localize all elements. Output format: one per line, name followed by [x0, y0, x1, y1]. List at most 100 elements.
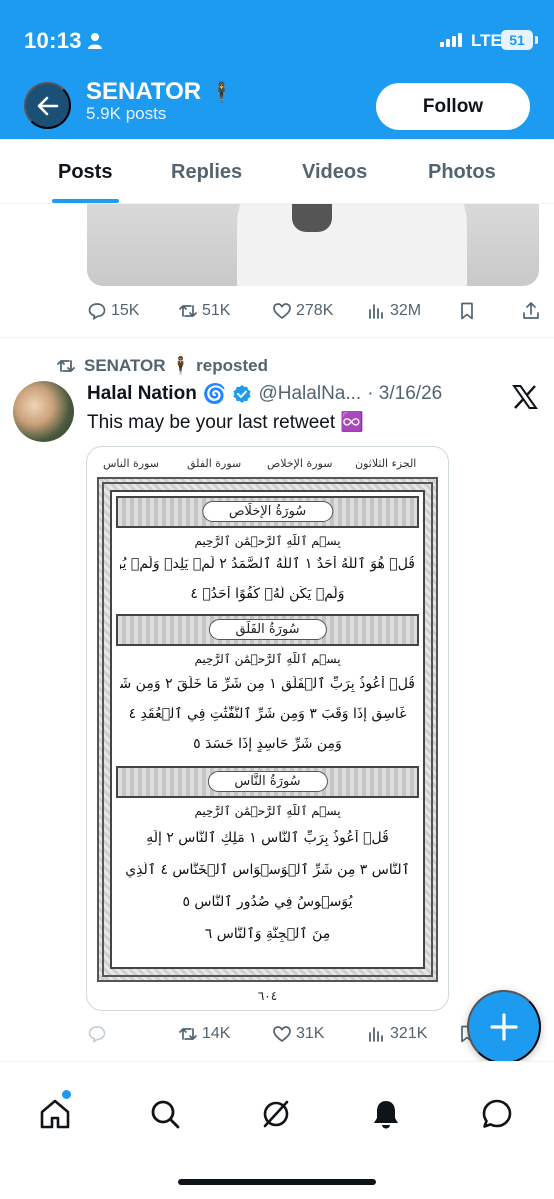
battery-tip	[535, 36, 538, 44]
home-indicator	[178, 1179, 376, 1185]
quran-line: قُلۡ أَعُوذُ بِرَبِّ ٱلۡفَلَقِ ١ مِن شَر…	[120, 676, 415, 692]
like-count: 31K	[296, 1025, 325, 1042]
repost-indicator[interactable]: SENATOR 🕴 reposted	[56, 356, 268, 376]
person-icon	[88, 33, 102, 49]
author-handle[interactable]: @HalalNa...	[258, 383, 361, 405]
surah-banner-falaq: سُورَةُ الفَلَق	[116, 614, 419, 646]
back-button[interactable]	[24, 82, 71, 129]
share-button[interactable]	[521, 298, 541, 324]
home-icon	[40, 1099, 70, 1129]
repost-icon	[179, 1028, 197, 1040]
nav-grok[interactable]	[256, 1094, 296, 1134]
post-count: 5.9K posts	[86, 104, 167, 123]
quran-header-mid1: سورة الإخلاص	[267, 457, 333, 470]
follow-button[interactable]: Follow	[376, 83, 530, 130]
bookmark-icon	[461, 302, 473, 320]
reply-icon	[88, 1026, 106, 1044]
like-button[interactable]: 278K	[272, 298, 333, 324]
tab-photos[interactable]: Photos	[428, 161, 496, 184]
x-logo-icon[interactable]	[512, 384, 538, 410]
status-bar: 10:13 LTE 51	[0, 0, 554, 80]
views-icon	[369, 304, 383, 319]
surah-title-nas: سُورَةُ النَّاس	[207, 771, 328, 792]
compose-post-button[interactable]	[467, 990, 541, 1064]
image-detail	[292, 204, 332, 232]
quran-header-mid2: سورة الفلق	[187, 457, 242, 470]
heart-icon	[273, 1026, 291, 1043]
repost-icon	[179, 305, 197, 317]
surah-banner-ikhlas: سُورَةُ الإخلَاص	[116, 496, 419, 528]
views-icon	[369, 1027, 383, 1042]
basmala: بِسۡمِ ٱللَّهِ ٱلرَّحۡمَٰنِ ٱلرَّحِيمِ	[194, 534, 341, 548]
verified-badge-icon	[233, 385, 252, 403]
avatar[interactable]	[13, 381, 74, 442]
surah-title-falaq: سُورَةُ الفَلَق	[208, 619, 327, 640]
reply-button[interactable]: 15K	[87, 298, 139, 324]
quran-line: قُلۡ أَعُوذُ بِرَبِّ ٱلنَّاسِ ١ مَلِكِ ٱ…	[146, 830, 389, 846]
basmala: بِسۡمِ ٱللَّهِ ٱلرَّحۡمَٰنِ ٱلرَّحِيمِ	[194, 804, 341, 818]
heart-icon	[273, 303, 291, 320]
quran-line: قُلۡ هُوَ ٱللَّهُ أَحَدٌ ١ ٱللَّهُ ٱلصَّ…	[120, 556, 415, 572]
quran-page-header: سورة الناس سورة الفلق سورة الإخلاص الجزء…	[87, 457, 448, 477]
signal-icon	[440, 33, 462, 47]
repost-button[interactable]: 14K	[178, 1021, 230, 1047]
network-label: LTE	[471, 31, 502, 50]
quran-header-left: سورة الناس	[103, 457, 159, 470]
quran-page-number: ٦٠٤	[257, 989, 278, 1003]
quran-line: وَمِن شَرِّ حَاسِدٍ إِذَا حَسَدَ ٥	[193, 736, 342, 752]
views-count: 321K	[390, 1025, 428, 1042]
post-divider	[0, 337, 554, 338]
top-bar: 10:13 LTE 51 SENATOR 🕴 5.9K posts Follow	[0, 0, 554, 139]
quran-line: ٱلنَّاسِ ٣ مِن شَرِّ ٱلۡوَسۡوَاسِ ٱلۡخَن…	[125, 862, 410, 878]
tab-posts[interactable]: Posts	[58, 161, 112, 184]
author-name[interactable]: Halal Nation	[87, 383, 197, 405]
bookmark-button[interactable]	[457, 298, 477, 324]
search-icon	[151, 1100, 180, 1129]
profile-name: SENATOR 🕴	[86, 78, 234, 106]
tab-videos[interactable]: Videos	[302, 161, 367, 184]
tweet-image[interactable]: سورة الناس سورة الفلق سورة الإخلاص الجزء…	[86, 446, 449, 1011]
tweet-text: This may be your last retweet ♾️	[87, 412, 365, 433]
nav-search[interactable]	[145, 1094, 185, 1134]
repost-count: 51K	[202, 302, 231, 319]
nav-notifications[interactable]	[366, 1094, 406, 1134]
nav-messages[interactable]	[477, 1094, 517, 1134]
previous-post-actions: 15K 51K 278K 32M	[87, 298, 543, 324]
quran-line: غَاسِقٍ إِذَا وَقَبَ ٣ وَمِن شَرِّ ٱلنَّ…	[128, 706, 407, 722]
plus-icon	[490, 1013, 518, 1041]
arrow-left-icon	[37, 96, 58, 115]
surah-title-ikhlas: سُورَةُ الإخلَاص	[201, 501, 334, 522]
grok-icon	[263, 1100, 289, 1128]
reply-button[interactable]	[87, 1021, 107, 1047]
profile-tabs: Posts Replies Videos Photos	[0, 139, 554, 204]
image-figure	[237, 204, 467, 286]
author-emoji: 🌀	[202, 384, 227, 405]
quran-line: مِنَ ٱلۡجِنَّةِ وَٱلنَّاسِ ٦	[204, 926, 331, 942]
profile-name-emoji: 🕴	[209, 81, 235, 104]
previous-post-image[interactable]	[87, 204, 539, 286]
share-icon	[523, 302, 539, 319]
message-icon	[482, 1099, 512, 1128]
like-count: 278K	[296, 302, 334, 319]
tab-replies[interactable]: Replies	[171, 161, 242, 184]
views-button[interactable]: 321K	[366, 1021, 427, 1047]
active-tab-indicator	[52, 199, 119, 203]
like-button[interactable]: 31K	[272, 1021, 324, 1047]
battery-icon: 51	[501, 30, 533, 50]
views-button[interactable]: 32M	[366, 298, 421, 324]
profile-name-text: SENATOR	[86, 78, 202, 105]
repost-icon	[57, 360, 75, 372]
quran-page-frame: سُورَةُ الإخلَاص بِسۡمِ ٱللَّهِ ٱلرَّحۡم…	[97, 477, 438, 982]
tweet-date: · 3/16/26	[367, 383, 443, 404]
quran-line: وَلَمۡ يَكُن لَّهُۥ كُفُوًا أَحَدُۢ ٤	[190, 586, 345, 602]
nav-home[interactable]	[35, 1094, 75, 1134]
views-count: 32M	[390, 302, 422, 319]
quran-line: يُوَسۡوِسُ فِي صُدُورِ ٱلنَّاسِ ٥	[182, 894, 353, 910]
quran-page-body: سُورَةُ الإخلَاص بِسۡمِ ٱللَّهِ ٱلرَّحۡم…	[110, 490, 425, 969]
reply-count: 15K	[111, 302, 140, 319]
basmala: بِسۡمِ ٱللَّهِ ٱلرَّحۡمَٰنِ ٱلرَّحِيمِ	[194, 652, 341, 666]
repost-button[interactable]: 51K	[178, 298, 230, 324]
tweet-author-row: Halal Nation 🌀 @HalalNa... · 3/16/26	[87, 382, 442, 406]
quran-header-right: الجزء الثلاثون	[355, 457, 417, 470]
bell-icon	[374, 1101, 398, 1129]
